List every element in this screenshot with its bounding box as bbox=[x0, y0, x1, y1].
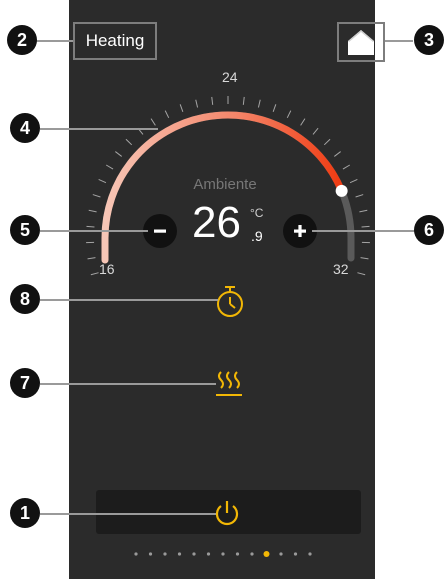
dial-tick bbox=[86, 225, 95, 228]
dial-tick bbox=[361, 225, 370, 228]
page-dot[interactable] bbox=[177, 552, 182, 556]
timer-icon[interactable] bbox=[214, 284, 246, 320]
callout-5-leader bbox=[40, 230, 148, 232]
dial-tick bbox=[323, 138, 331, 146]
temperature-decimal: .9 bbox=[251, 228, 263, 244]
callout-5: 5 bbox=[10, 215, 40, 245]
dial-tick bbox=[257, 99, 261, 108]
setpoint-handle[interactable] bbox=[335, 184, 348, 197]
page-dot[interactable] bbox=[250, 552, 254, 556]
callout-6-leader bbox=[312, 230, 416, 232]
heat-waves-icon[interactable] bbox=[214, 370, 244, 398]
temperature-unit: °C bbox=[250, 206, 264, 220]
decrease-button[interactable] bbox=[143, 214, 177, 248]
callout-8: 8 bbox=[10, 284, 40, 314]
dial-tick bbox=[342, 164, 351, 170]
scale-top-label: 24 bbox=[222, 69, 238, 85]
page-dot[interactable] bbox=[279, 552, 283, 556]
page-dot[interactable] bbox=[148, 552, 153, 556]
page-dot[interactable] bbox=[221, 552, 225, 556]
callout-3: 3 bbox=[414, 25, 444, 55]
dial-tick bbox=[355, 194, 364, 198]
dial-tick bbox=[92, 194, 101, 198]
page-dot[interactable] bbox=[293, 552, 298, 556]
dial-tick bbox=[272, 104, 277, 113]
callout-6: 6 bbox=[414, 215, 444, 245]
minus-icon bbox=[154, 229, 166, 233]
callout-3-leader bbox=[385, 40, 413, 42]
temperature-value: 26 bbox=[192, 198, 241, 247]
ambient-label: Ambiente bbox=[193, 176, 257, 193]
callout-8-leader bbox=[40, 299, 218, 301]
dial-tick bbox=[349, 178, 358, 184]
callout-7-leader bbox=[40, 383, 216, 385]
dial-tick bbox=[179, 104, 184, 113]
dial-tick bbox=[300, 118, 306, 126]
dial-tick bbox=[211, 96, 214, 105]
callout-2-leader bbox=[32, 40, 73, 42]
scale-max-label: 32 bbox=[333, 261, 349, 277]
dial-tick bbox=[286, 110, 292, 119]
dial-tick bbox=[125, 138, 133, 146]
dial-tick bbox=[98, 178, 107, 184]
page-indicator[interactable] bbox=[130, 549, 330, 559]
callout-4: 4 bbox=[10, 113, 40, 143]
page-dot[interactable] bbox=[308, 552, 312, 556]
dial-tick bbox=[88, 209, 97, 213]
callout-2: 2 bbox=[7, 25, 37, 55]
dial-tick bbox=[357, 272, 366, 276]
plus-icon bbox=[294, 225, 306, 237]
dial-tick bbox=[312, 127, 319, 135]
dial-tick bbox=[87, 257, 96, 260]
dial-tick bbox=[242, 96, 245, 105]
page-dot[interactable] bbox=[235, 552, 240, 556]
dial-tick bbox=[105, 164, 114, 170]
page-dot[interactable] bbox=[134, 552, 138, 556]
dial-tick bbox=[360, 257, 369, 260]
dial-tick bbox=[115, 151, 122, 157]
page-dot[interactable] bbox=[192, 552, 196, 556]
page-dot[interactable] bbox=[163, 552, 167, 556]
page-dot-active[interactable] bbox=[263, 551, 270, 557]
scale-min-label: 16 bbox=[99, 261, 115, 277]
dial-tick bbox=[195, 99, 199, 108]
callout-1: 1 bbox=[10, 498, 40, 528]
dial-tick bbox=[164, 110, 170, 119]
callout-1-leader bbox=[40, 513, 216, 515]
callout-4-leader bbox=[40, 128, 158, 130]
page-dot[interactable] bbox=[206, 552, 211, 556]
dial-tick bbox=[359, 209, 368, 213]
dial-tick bbox=[150, 118, 156, 126]
dial-tick bbox=[90, 272, 99, 276]
callout-7: 7 bbox=[10, 368, 40, 398]
power-icon bbox=[215, 501, 239, 526]
dial-tick bbox=[334, 151, 341, 157]
power-toggle[interactable] bbox=[96, 490, 361, 534]
